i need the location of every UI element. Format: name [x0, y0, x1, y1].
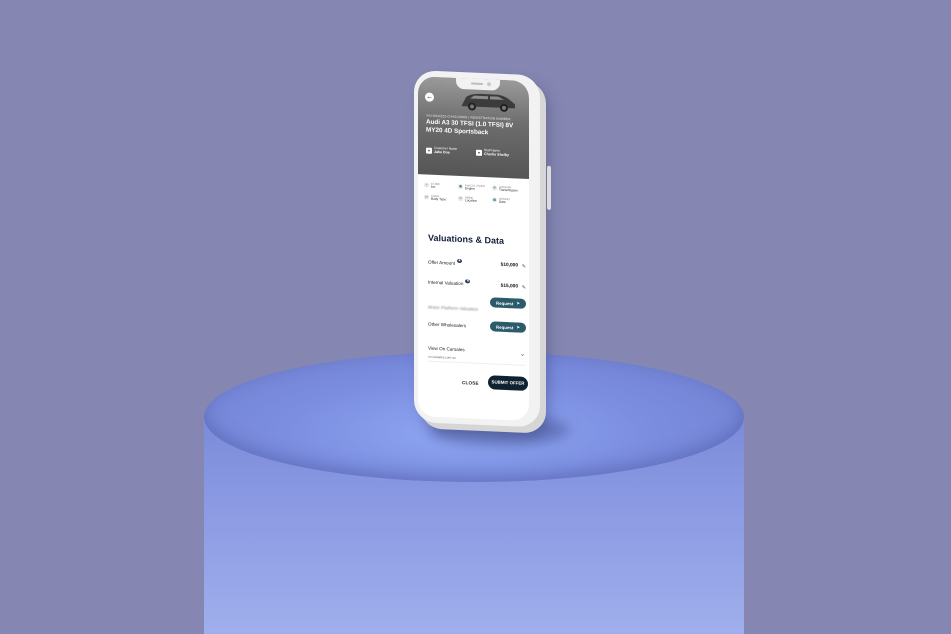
wholesalers-label: Other Wholesalers: [428, 321, 467, 329]
arrow-left-icon: ←: [426, 93, 433, 101]
scene: ← VIN WAUZZZ-GYA2140000 | REGISTRATION N…: [0, 0, 951, 634]
eye-icon[interactable]: ◉: [456, 258, 462, 263]
vehicle-title: Audi A3 30 TFSI (1.0 TFSI) 8V MY20 4D Sp…: [426, 118, 514, 136]
phone-screen: ← VIN WAUZZZ-GYA2140000 | REGISTRATION N…: [418, 76, 529, 422]
submit-offer-button[interactable]: SUBMIT OFFER: [488, 375, 528, 391]
send-icon: ➤: [516, 324, 520, 330]
person-icon: ●: [476, 149, 482, 156]
phone-frame: ← VIN WAUZZZ-GYA2140000 | REGISTRATION N…: [414, 70, 551, 428]
request-label: Request: [495, 300, 514, 306]
engine-icon: ▣: [458, 183, 463, 190]
request-button[interactable]: Request ➤: [490, 321, 526, 333]
vehicle-specs: ◔ 15,000 km ▣ Fuel 2.0 / Petrol Engine ✲ A…: [424, 182, 526, 205]
spec-value: Transmission: [499, 188, 518, 193]
wholesalers-row: Other Wholesalers Request ➤: [428, 313, 526, 335]
customer-info: ● Customer Name Jake Doe: [426, 146, 457, 156]
spec-item: ◔ 15,000 km: [424, 182, 458, 190]
vehicle-hero: ← VIN WAUZZZ-GYA2140000 | REGISTRATION N…: [418, 76, 529, 180]
chevron-down-icon[interactable]: ⌄: [520, 351, 525, 358]
eye-icon[interactable]: ◉: [465, 279, 471, 284]
request-button[interactable]: Request ➤: [490, 297, 526, 309]
close-button[interactable]: CLOSE: [462, 380, 479, 386]
phone-notch: [456, 77, 500, 91]
speaker-grille: [471, 82, 483, 86]
internal-valuation-row: Internal Valuation ◉ $15,000 ✎: [428, 271, 526, 293]
spec-value: Location: [465, 198, 478, 203]
spec-item: ▭ Sedan Location: [458, 195, 492, 204]
edit-icon[interactable]: ✎: [522, 264, 526, 270]
car-icon: ▭: [424, 194, 429, 200]
camera-icon: [487, 82, 491, 87]
staff-info: ● Staff Name Charlie Shelby: [476, 148, 509, 158]
phone-side-button: [547, 165, 551, 210]
spec-item: ▭ Colour Body Type: [424, 194, 458, 202]
calendar-icon: ▦: [492, 197, 497, 203]
spec-item: ▣ Fuel 2.0 / Petrol Engine: [458, 183, 492, 192]
motor-label: Motor Platform Valuation: [428, 304, 479, 312]
edit-icon[interactable]: ✎: [522, 285, 526, 291]
gear-icon: ✲: [492, 185, 497, 191]
carsales-row[interactable]: View On Carsales on carsales.com.au ⌄: [428, 337, 526, 363]
customer-value: Jake Doe: [434, 149, 450, 155]
spec-value: Engine: [465, 186, 475, 192]
phone-mockup: ← VIN WAUZZZ-GYA2140000 | REGISTRATION N…: [414, 70, 551, 436]
offer-value: $10,000: [500, 262, 518, 269]
car-image: [462, 93, 515, 112]
carsales-label: View On Carsales: [428, 345, 465, 353]
spec-value: km: [431, 185, 436, 190]
car-icon: ▭: [458, 195, 463, 201]
internal-value: $15,000: [500, 283, 518, 290]
odometer-icon: ◔: [424, 182, 429, 188]
send-icon: ➤: [516, 300, 520, 306]
spec-value: Date: [499, 199, 506, 205]
offer-amount-row: Offer Amount ◉ $10,000 ✎: [428, 251, 526, 273]
internal-label: Internal Valuation: [428, 279, 464, 287]
back-button[interactable]: ←: [425, 92, 434, 102]
spec-item: ✲ Automatic Transmission: [492, 185, 526, 193]
person-icon: ●: [426, 147, 432, 154]
offer-label: Offer Amount: [428, 259, 455, 266]
section-title: Valuations & Data: [428, 232, 505, 246]
request-label: Request: [495, 324, 514, 330]
spec-item: ▦ 03/02/22 Date: [492, 197, 526, 205]
staff-value: Charlie Shelby: [484, 151, 509, 157]
spec-value: Body Type: [431, 196, 447, 202]
